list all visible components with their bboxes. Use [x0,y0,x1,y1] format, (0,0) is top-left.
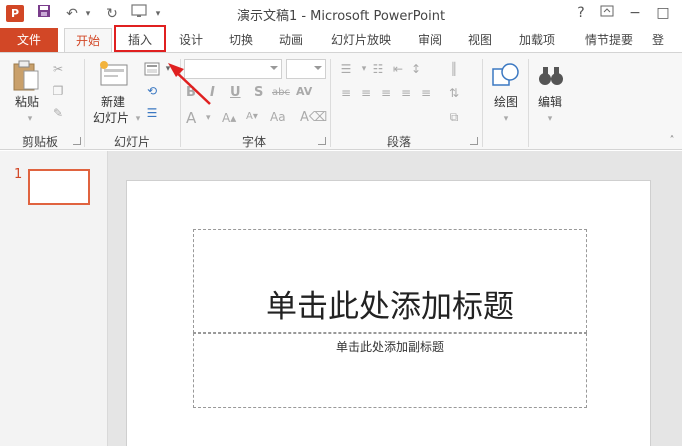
annotation-arrow [168,63,211,105]
powerpoint-window: P ↶ ▾ ↻ ▾ 演示文稿1 - Microsoft PowerPoint ?… [0,0,682,446]
